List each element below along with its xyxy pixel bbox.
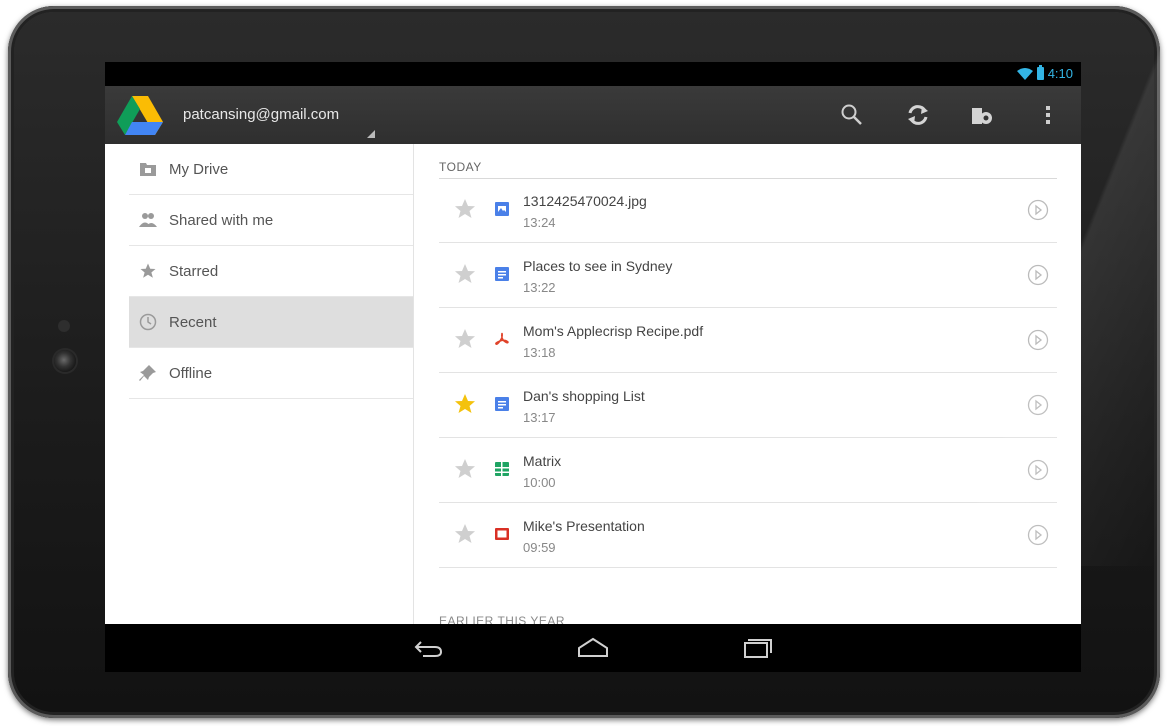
file-time: 13:22 (523, 280, 556, 295)
file-name: Dan's shopping List (523, 388, 645, 404)
file-time: 10:00 (523, 475, 556, 490)
battery-icon (1036, 65, 1044, 80)
sidebar-item-starred[interactable]: Starred (129, 246, 413, 297)
star-toggle-icon[interactable] (453, 327, 477, 351)
status-bar: 4:10 (105, 62, 1081, 86)
file-time: 09:59 (523, 540, 556, 555)
sidebar-item-label: Shared with me (169, 211, 274, 229)
sidebar-item-recent[interactable]: Recent (129, 297, 413, 348)
sidebar-item-offline[interactable]: Offline (129, 348, 413, 399)
light-sensor (58, 320, 70, 332)
file-row[interactable]: Mom's Applecrisp Recipe.pdf 13:18 (439, 309, 1057, 373)
file-name: 1312425470024.jpg (523, 193, 647, 209)
pin-icon (139, 365, 156, 381)
star-toggle-icon[interactable] (453, 457, 477, 481)
folder-icon (140, 163, 156, 176)
sidebar-item-my-drive[interactable]: My Drive (129, 144, 413, 195)
star-toggle-icon[interactable] (453, 392, 477, 416)
back-icon[interactable] (409, 636, 449, 660)
file-row[interactable]: 1312425470024.jpg 13:24 (439, 179, 1057, 243)
file-name: Matrix (523, 453, 562, 469)
status-indicators: 4:10 (1016, 65, 1073, 81)
front-camera (54, 350, 76, 372)
file-time: 13:17 (523, 410, 556, 425)
file-name: Mike's Presentation (523, 518, 645, 534)
file-row[interactable]: Places to see in Sydney 13:22 (439, 244, 1057, 308)
file-row[interactable]: Dan's shopping List 13:17 (439, 374, 1057, 438)
search-icon[interactable] (839, 102, 865, 128)
content-area: My Drive Shared with me Starred Recent O… (105, 144, 1081, 624)
star-icon (140, 263, 156, 278)
refresh-icon[interactable] (905, 102, 931, 128)
open-details-icon[interactable] (1027, 264, 1049, 286)
open-details-icon[interactable] (1027, 329, 1049, 351)
section-header-today: TODAY (439, 160, 482, 174)
file-time: 13:24 (523, 215, 556, 230)
star-toggle-icon[interactable] (453, 197, 477, 221)
file-row[interactable]: Mike's Presentation 09:59 (439, 504, 1057, 568)
system-nav-bar (105, 624, 1081, 672)
sidebar: My Drive Shared with me Starred Recent O… (105, 144, 414, 624)
wifi-icon (1016, 67, 1033, 80)
section-header-earlier: EARLIER THIS YEAR (439, 614, 566, 624)
status-time: 4:10 (1047, 66, 1073, 81)
action-bar: patcansing@gmail.com (105, 86, 1081, 145)
open-details-icon[interactable] (1027, 524, 1049, 546)
tablet-screen: 4:10 patcansing@gmail.com My Drive Share… (105, 62, 1081, 672)
document-icon (495, 267, 509, 281)
account-name[interactable]: patcansing@gmail.com (183, 106, 339, 123)
open-details-icon[interactable] (1027, 459, 1049, 481)
spreadsheet-icon (495, 462, 509, 476)
sidebar-item-label: Recent (169, 313, 217, 331)
sidebar-item-shared[interactable]: Shared with me (129, 195, 413, 246)
overflow-menu-icon[interactable] (1035, 102, 1061, 128)
pdf-icon (495, 332, 509, 345)
clock-icon (139, 313, 157, 331)
file-list-pane: TODAY 1312425470024.jpg 13:24 Places to … (414, 144, 1081, 624)
star-toggle-icon[interactable] (453, 522, 477, 546)
file-name: Mom's Applecrisp Recipe.pdf (523, 323, 704, 339)
presentation-icon (495, 528, 509, 540)
file-time: 13:18 (523, 345, 556, 360)
sidebar-item-label: Starred (169, 262, 219, 280)
offline-pin-icon[interactable] (969, 102, 995, 128)
sidebar-item-label: Offline (169, 364, 213, 382)
file-row[interactable]: Matrix 10:00 (439, 439, 1057, 503)
sidebar-item-label: My Drive (169, 160, 229, 178)
image-icon (495, 202, 509, 216)
home-icon[interactable] (573, 636, 613, 660)
star-toggle-icon[interactable] (453, 262, 477, 286)
open-details-icon[interactable] (1027, 199, 1049, 221)
account-dropdown-caret[interactable] (367, 130, 375, 138)
open-details-icon[interactable] (1027, 394, 1049, 416)
recent-apps-icon[interactable] (735, 636, 775, 660)
file-name: Places to see in Sydney (523, 258, 673, 274)
google-drive-logo[interactable] (117, 94, 163, 136)
people-icon (139, 213, 157, 227)
document-icon (495, 397, 509, 411)
